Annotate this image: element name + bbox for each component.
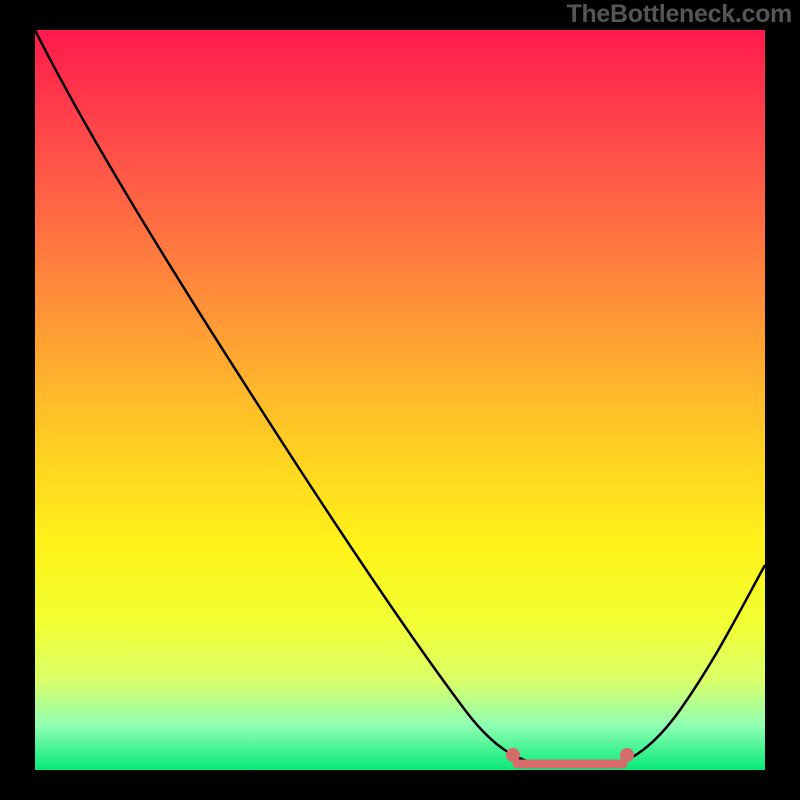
chart-curve-layer — [35, 30, 765, 770]
chart-plot-area — [35, 30, 765, 770]
watermark-text: TheBottleneck.com — [566, 0, 792, 29]
bottleneck-curve-path — [35, 30, 765, 765]
